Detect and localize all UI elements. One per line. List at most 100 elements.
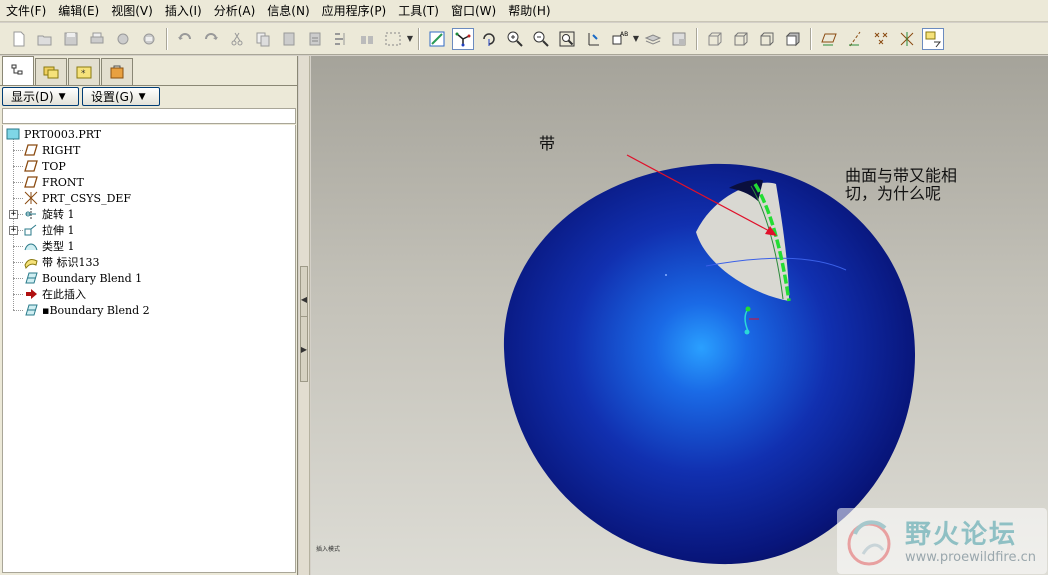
- layers-icon[interactable]: [642, 28, 664, 50]
- main-toolbar: ▼ AB ▼: [0, 23, 1048, 55]
- print-icon[interactable]: [86, 28, 108, 50]
- annotation-band-label: 带: [539, 134, 556, 153]
- tree-item-type[interactable]: 类型 1: [23, 238, 75, 254]
- shaded-icon[interactable]: [782, 28, 804, 50]
- tree-item-top[interactable]: TOP: [23, 158, 66, 174]
- tree-item-boundary-blend-2[interactable]: ▪Boundary Blend 2: [23, 302, 150, 318]
- menu-insert[interactable]: 插入(I): [159, 1, 208, 21]
- view-list-icon[interactable]: [668, 28, 690, 50]
- tree-connector: [13, 150, 23, 151]
- send-icon[interactable]: [112, 28, 134, 50]
- view-manager-icon[interactable]: AB: [608, 28, 630, 50]
- svg-text:*: *: [81, 69, 86, 79]
- paste-icon[interactable]: [278, 28, 300, 50]
- datum-plane-icon[interactable]: [818, 28, 840, 50]
- tree-connector: [13, 262, 23, 263]
- watermark-url: www.proewildfire.cn: [905, 550, 1036, 565]
- redo-icon[interactable]: [200, 28, 222, 50]
- hidden-line-icon[interactable]: [730, 28, 752, 50]
- toolbar-separator: [166, 27, 168, 50]
- svg-text:AB: AB: [620, 31, 628, 38]
- tree-item-right[interactable]: RIGHT: [23, 142, 80, 158]
- datum-axis-icon[interactable]: [844, 28, 866, 50]
- tree-item-label: Boundary Blend 1: [42, 271, 143, 285]
- open-icon[interactable]: [34, 28, 56, 50]
- tree-item-insert-here[interactable]: 在此插入: [23, 286, 86, 302]
- tree-item-extrude[interactable]: 拉伸 1: [23, 222, 75, 238]
- show-button[interactable]: 显示(D) ▼: [2, 87, 79, 106]
- select-box-icon[interactable]: [382, 28, 404, 50]
- regenerate-icon[interactable]: [330, 28, 352, 50]
- favorites-tab[interactable]: *: [68, 58, 100, 85]
- tree-item-label: PRT_CSYS_DEF: [42, 191, 132, 205]
- zoom-out-icon[interactable]: [530, 28, 552, 50]
- tree-item-revolve[interactable]: 旋转 1: [23, 206, 75, 222]
- reorient-icon[interactable]: [582, 28, 604, 50]
- tree-root[interactable]: PRT0003.PRT: [5, 126, 101, 142]
- menu-file[interactable]: 文件(F): [0, 1, 52, 21]
- model-scene: [503, 154, 916, 565]
- menu-edit[interactable]: 编辑(E): [52, 1, 105, 21]
- tree-item-front[interactable]: FRONT: [23, 174, 84, 190]
- undo-icon[interactable]: [174, 28, 196, 50]
- spin-center-icon[interactable]: [452, 27, 474, 50]
- menu-applications[interactable]: 应用程序(P): [316, 1, 393, 21]
- tools-tab[interactable]: [101, 58, 133, 85]
- csys-point: [744, 329, 750, 335]
- datum-point-icon[interactable]: [870, 28, 892, 50]
- view-manager-dropdown-icon[interactable]: ▼: [632, 28, 640, 50]
- repaint-icon[interactable]: [426, 28, 448, 50]
- tree-item-band[interactable]: 带 标识133: [23, 254, 100, 270]
- toolbar-separator: [418, 27, 420, 50]
- paste-special-icon[interactable]: [304, 28, 326, 50]
- csys-icon[interactable]: [896, 28, 918, 50]
- refit-icon[interactable]: [556, 28, 578, 50]
- menu-help[interactable]: 帮助(H): [502, 1, 556, 21]
- mail-icon[interactable]: [138, 28, 160, 50]
- watermark: 野火论坛 www.proewildfire.cn: [837, 508, 1047, 574]
- watermark-title: 野火论坛: [905, 520, 1018, 550]
- save-icon[interactable]: [60, 28, 82, 50]
- wireframe-icon[interactable]: [704, 28, 726, 50]
- menu-analysis[interactable]: 分析(A): [208, 1, 262, 21]
- menu-tools[interactable]: 工具(T): [392, 1, 445, 21]
- toolbar-separator: [810, 27, 812, 50]
- no-hidden-icon[interactable]: [756, 28, 778, 50]
- tree-item-label: 拉伸 1: [42, 224, 75, 237]
- model-tree: PRT0003.PRT RIGHT TOP FRONT PRT_CSYS_DEF…: [2, 125, 296, 573]
- csys-point: [745, 306, 751, 312]
- settings-button[interactable]: 设置(G) ▼: [82, 87, 160, 106]
- expand-right-icon[interactable]: ▶: [300, 316, 308, 382]
- cut-icon[interactable]: [226, 28, 248, 50]
- new-icon[interactable]: [8, 28, 30, 50]
- tree-connector: [13, 310, 23, 311]
- orient-icon[interactable]: [478, 28, 500, 50]
- zoom-in-icon[interactable]: [504, 28, 526, 50]
- navigator-panel: * 显示(D) ▼ 设置(G) ▼ PRT0003.PRT RIGHT TOP: [0, 56, 298, 575]
- datum-plane-icon: [23, 143, 39, 157]
- graphics-window[interactable]: 带 曲面与带又能相 切，为什么呢 插入模式 野火论坛 www.proewildf…: [311, 56, 1048, 575]
- expand-icon[interactable]: +: [9, 210, 18, 219]
- revolve-icon: [23, 207, 39, 221]
- copy-icon[interactable]: [252, 28, 274, 50]
- tree-item-csys[interactable]: PRT_CSYS_DEF: [23, 190, 131, 206]
- tree-item-boundary-blend-1[interactable]: Boundary Blend 1: [23, 270, 142, 286]
- menu-window[interactable]: 窗口(W): [445, 1, 502, 21]
- settings-button-label: 设置(G): [91, 90, 134, 104]
- tree-item-label: RIGHT: [42, 143, 81, 157]
- folder-tab[interactable]: [35, 58, 67, 85]
- menu-info[interactable]: 信息(N): [261, 1, 315, 21]
- binoculars-icon[interactable]: [356, 28, 378, 50]
- tree-connector: [13, 278, 23, 279]
- model-tree-tab[interactable]: [2, 56, 34, 85]
- expand-icon[interactable]: +: [9, 226, 18, 235]
- select-dropdown-icon[interactable]: ▼: [406, 28, 414, 50]
- tree-item-label: TOP: [42, 159, 66, 173]
- band-icon: [23, 255, 39, 269]
- annotation-icon[interactable]: [922, 27, 944, 50]
- tree-item-label: 旋转 1: [42, 208, 75, 221]
- tree-connector: [13, 246, 23, 247]
- panel-splitter[interactable]: ◀ ▶: [299, 56, 310, 575]
- forum-logo-icon: [847, 520, 891, 566]
- menu-view[interactable]: 视图(V): [105, 1, 159, 21]
